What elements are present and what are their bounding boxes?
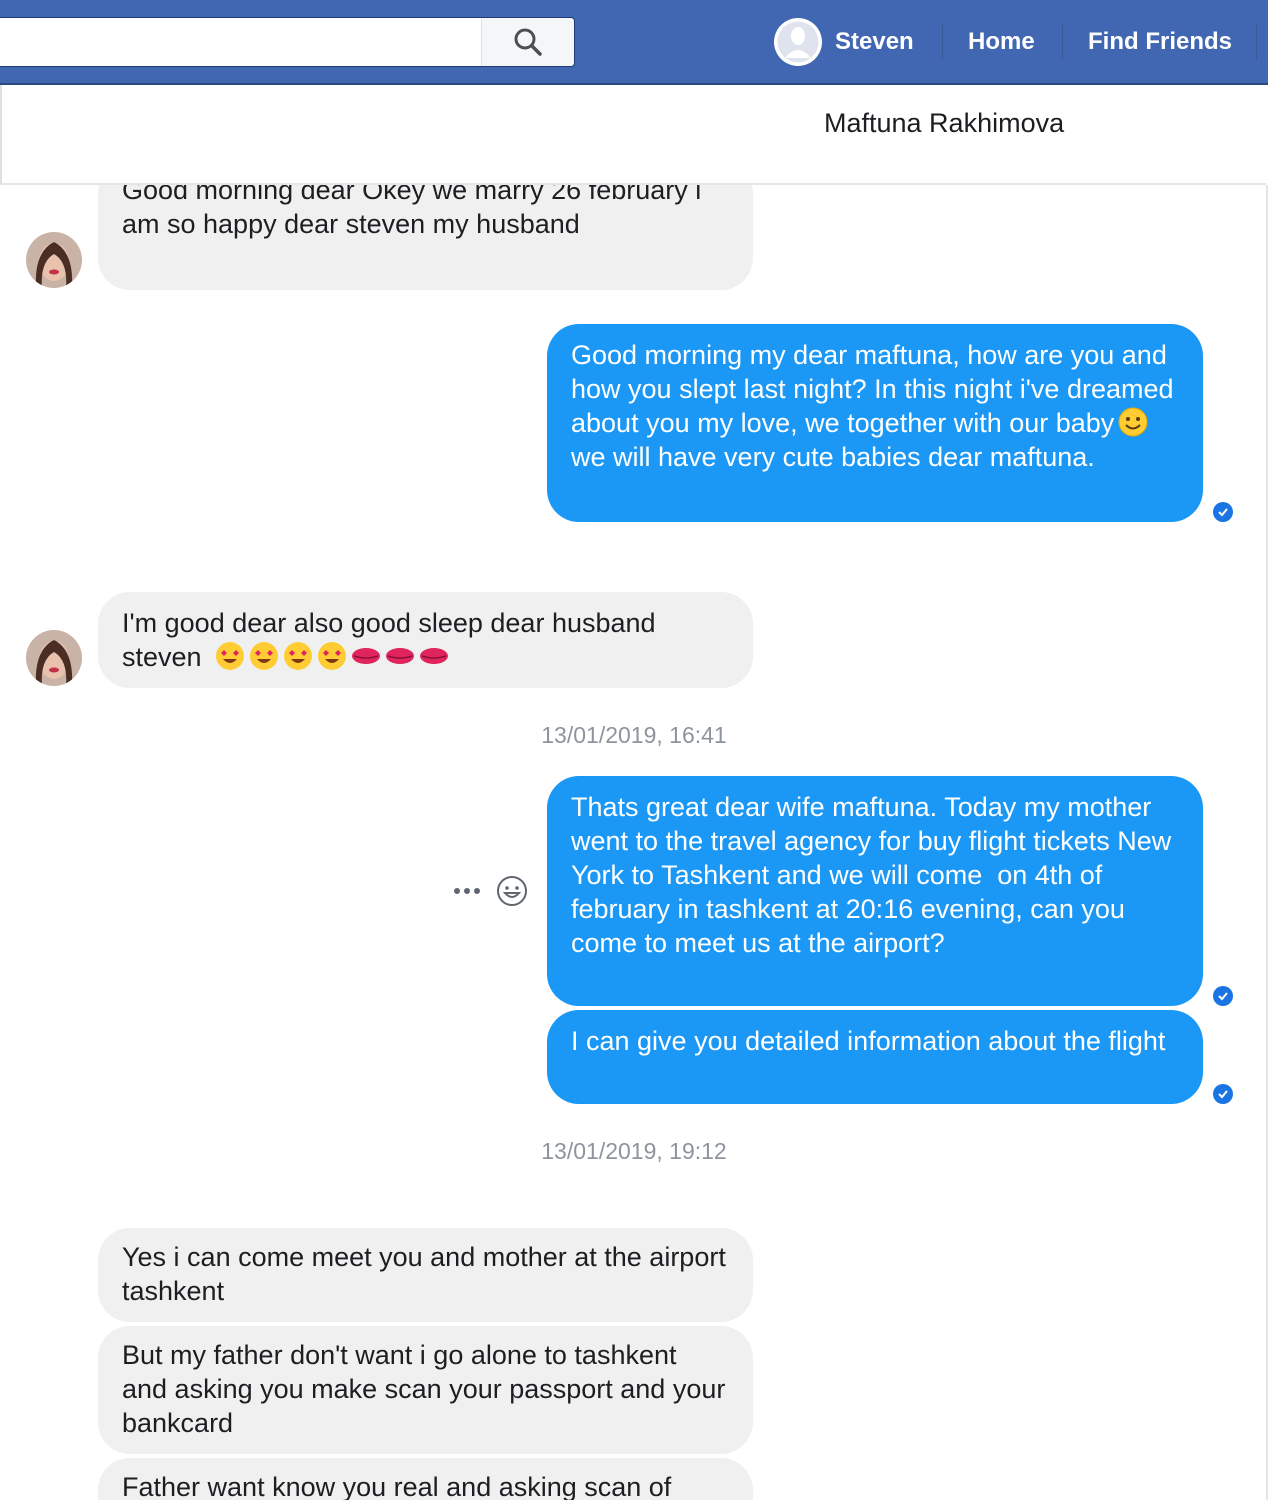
nav-divider — [942, 24, 943, 60]
home-link[interactable]: Home — [968, 26, 1035, 58]
lips-icon — [420, 648, 449, 664]
check-icon — [1218, 508, 1228, 517]
message-timestamp: 13/01/2019, 16:41 — [541, 722, 727, 748]
outgoing-message[interactable]: I can give you detailed information abou… — [547, 1010, 1203, 1104]
message-text: But my father don't want i go alone to t… — [122, 1340, 726, 1438]
incoming-message[interactable]: I'm good dear also good sleep dear husba… — [98, 592, 753, 688]
default-profile-icon — [774, 18, 822, 66]
incoming-message[interactable]: Yes i can come meet you and mother at th… — [98, 1228, 753, 1322]
heart-eyes-face-icon — [216, 642, 245, 670]
search-button[interactable] — [481, 18, 574, 66]
seen-indicator — [1213, 502, 1233, 522]
message-text: Good morning dear Okey we marry 26 febru… — [122, 185, 702, 239]
lips-icon — [352, 648, 381, 664]
seen-indicator — [1213, 1084, 1233, 1104]
heart-eyes-face-icon — [250, 642, 279, 670]
contact-avatar[interactable] — [26, 232, 82, 288]
message-clip: Father want know you real and asking sca… — [0, 1458, 1266, 1500]
search-box — [0, 17, 575, 67]
slightly-smiling-face-icon — [1118, 407, 1148, 437]
search-input[interactable] — [0, 18, 480, 66]
message-text: I can give you detailed information abou… — [571, 1026, 1166, 1056]
message-text: Thats great dear wife maftuna. Today my … — [571, 792, 1179, 958]
lips-icon — [386, 648, 415, 664]
profile-link[interactable]: Steven — [835, 26, 914, 58]
incoming-message[interactable]: Father want know you real and asking sca… — [98, 1458, 753, 1500]
contact-photo-icon — [26, 232, 82, 288]
outgoing-message[interactable]: Good morning my dear maftuna, how are yo… — [547, 324, 1203, 522]
seen-indicator — [1213, 986, 1233, 1006]
search-icon — [514, 28, 542, 56]
user-avatar[interactable] — [774, 18, 822, 66]
contact-photo-icon — [26, 630, 82, 686]
outgoing-message[interactable]: Thats great dear wife maftuna. Today my … — [547, 776, 1203, 1006]
message-actions — [452, 875, 528, 907]
nav-divider — [1256, 24, 1257, 60]
find-friends-link[interactable]: Find Friends — [1088, 26, 1232, 58]
message-clip: Good morning dear Okey we marry 26 febru… — [0, 185, 1266, 295]
react-icon[interactable] — [496, 875, 528, 907]
message-text: Good morning my dear maftuna, how are yo… — [571, 340, 1174, 438]
message-timestamp: 13/01/2019, 19:12 — [541, 1138, 727, 1164]
contact-name[interactable]: Maftuna Rakhimova — [824, 107, 1064, 139]
message-text-continued: we will have very cute babies dear maftu… — [571, 442, 1095, 472]
more-options-icon[interactable] — [452, 886, 482, 896]
message-text: Father want know you real and asking sca… — [122, 1472, 672, 1500]
conversation-header: Maftuna Rakhimova — [0, 85, 1266, 185]
nav-divider — [1062, 24, 1063, 60]
heart-eyes-face-icon — [284, 642, 313, 670]
message-text: Yes i can come meet you and mother at th… — [122, 1242, 726, 1306]
incoming-message[interactable]: Good morning dear Okey we marry 26 febru… — [98, 185, 753, 290]
check-icon — [1218, 1090, 1228, 1099]
incoming-message[interactable]: But my father don't want i go alone to t… — [98, 1326, 753, 1454]
contact-avatar[interactable] — [26, 630, 82, 686]
top-navigation-bar: Steven Home Find Friends — [0, 0, 1268, 85]
heart-eyes-face-icon — [318, 642, 347, 670]
check-icon — [1218, 992, 1228, 1001]
